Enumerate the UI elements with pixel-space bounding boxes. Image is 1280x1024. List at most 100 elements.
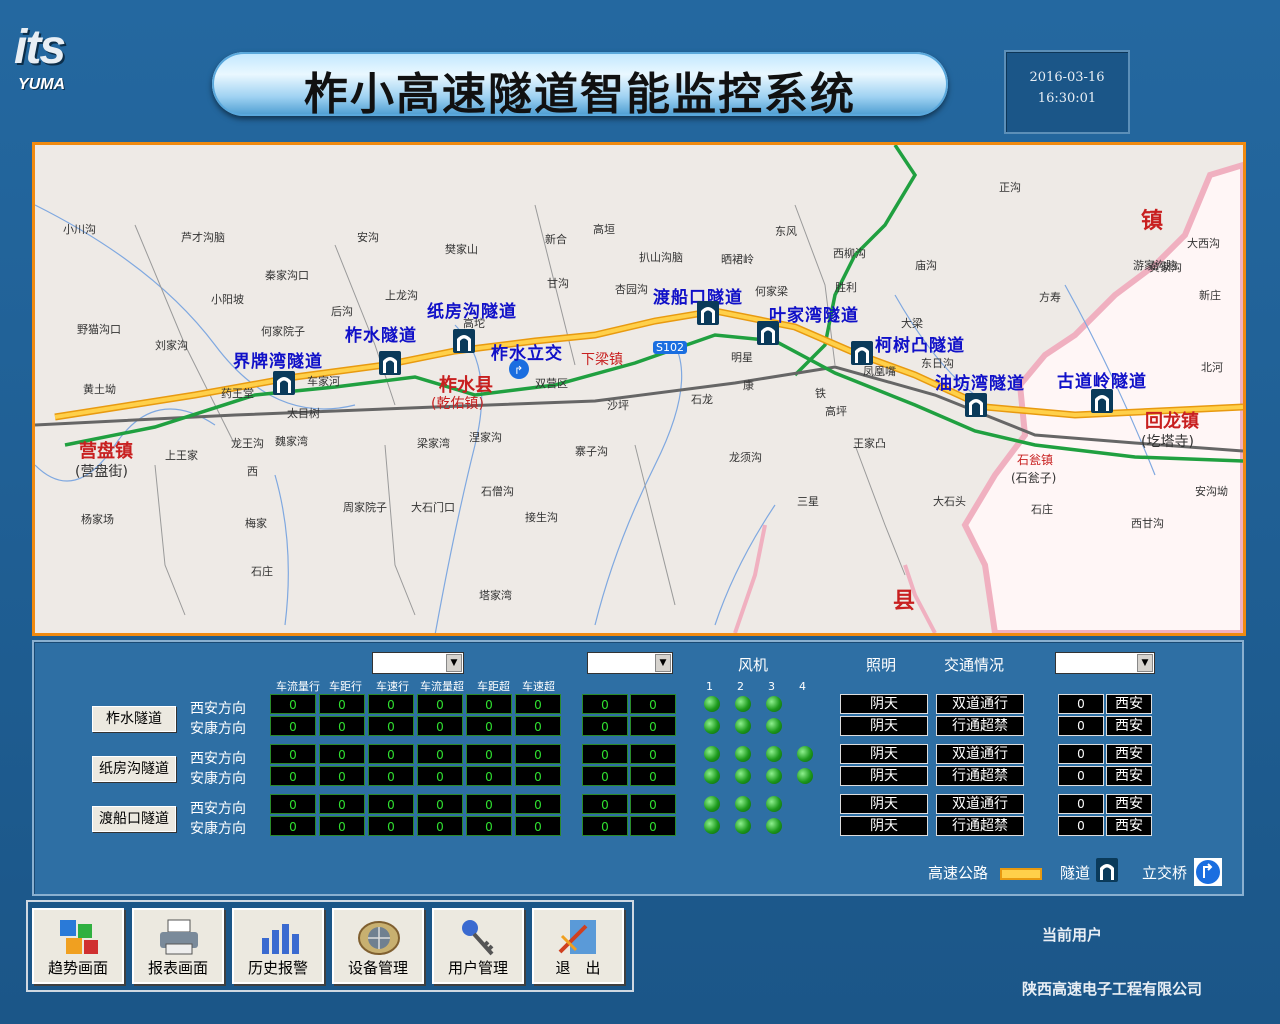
fan-status-lamp[interactable] [735, 718, 751, 734]
extra-cell: 0 [630, 694, 676, 714]
tunnel-label-yejiawan[interactable]: 叶家湾隧道 [769, 301, 859, 326]
fan-status-lamp[interactable] [704, 768, 720, 784]
fan-status-lamp[interactable] [704, 818, 720, 834]
tunnel-select-2[interactable]: ▼ [587, 652, 673, 674]
metric-cell: 0 [466, 744, 512, 764]
tunnel-button-zhashui[interactable]: 柞水隧道 [92, 706, 176, 732]
date-text: 2016-03-16 [1029, 70, 1105, 85]
chevron-down-icon[interactable]: ▼ [655, 654, 671, 672]
fan-status-lamp[interactable] [797, 768, 813, 784]
tunnel-label-keshutu[interactable]: 柯树凸隧道 [875, 331, 965, 356]
fan-status-lamp[interactable] [704, 718, 720, 734]
direction-label: 安康方向 [190, 821, 246, 837]
tunnel-button-duchuankou[interactable]: 渡船口隧道 [92, 806, 176, 832]
traffic-status-cell: 双道通行 [936, 694, 1024, 714]
keys-icon [462, 920, 494, 956]
traffic-status-cell: 双道通行 [936, 744, 1024, 764]
tunnel-icon[interactable] [757, 321, 779, 345]
metric-cell: 0 [270, 744, 316, 764]
place-label: 芦才沟脑 [181, 231, 225, 244]
metric-cell: 0 [319, 794, 365, 814]
fan-status-lamp[interactable] [735, 746, 751, 762]
chevron-down-icon[interactable]: ▼ [446, 654, 462, 672]
fan-number: 2 [737, 680, 744, 693]
tunnel-icon[interactable] [453, 329, 475, 353]
fan-status-lamp[interactable] [735, 768, 751, 784]
metric-cell: 0 [368, 744, 414, 764]
fan-status-lamp[interactable] [766, 746, 782, 762]
device-manage-button[interactable]: 设备管理 [332, 908, 424, 984]
bar-chart-icon [262, 924, 299, 954]
cubes-icon [60, 920, 98, 954]
fan-status-lamp[interactable] [766, 796, 782, 812]
metric-cell: 0 [417, 716, 463, 736]
traffic-select[interactable]: ▼ [1055, 652, 1155, 674]
place-label: 龙须沟 [729, 451, 762, 464]
fan-status-lamp[interactable] [766, 718, 782, 734]
metric-cell: 0 [466, 794, 512, 814]
place-label: 塔家湾 [479, 589, 512, 602]
interchange-icon [1194, 858, 1222, 886]
tunnel-icon[interactable] [379, 351, 401, 375]
place-label: 扒山沟脑 [639, 251, 683, 264]
lighting-cell: 阴天 [840, 794, 928, 814]
fan-status-lamp[interactable] [797, 746, 813, 762]
tunnel-icon[interactable] [965, 393, 987, 417]
tunnel-label-zhashui[interactable]: 柞水隧道 [345, 321, 417, 346]
place-label: 高垣 [593, 223, 615, 236]
tunnel-label-youfangwan[interactable]: 油坊湾隧道 [935, 369, 1025, 394]
tunnel-icon[interactable] [273, 371, 295, 395]
metric-cell: 0 [319, 694, 365, 714]
fan-status-lamp[interactable] [735, 818, 751, 834]
tunnel-button-zhifanggou[interactable]: 纸房沟隧道 [92, 756, 176, 782]
logo-its: its [14, 21, 66, 74]
direction-label: 西安方向 [190, 751, 246, 767]
highway-swatch [1000, 868, 1042, 880]
fan-status-lamp[interactable] [704, 746, 720, 762]
interchange-label[interactable]: 柞水立交 [491, 339, 563, 364]
place-label: 凤凰嘴 [863, 365, 896, 378]
metric-cell: 0 [270, 766, 316, 786]
count-cell: 0 [1058, 744, 1104, 764]
metric-cell: 0 [270, 694, 316, 714]
globe-icon [358, 921, 400, 955]
fan-number: 4 [799, 680, 806, 693]
user-manage-button[interactable]: 用户管理 [432, 908, 524, 984]
fan-status-lamp[interactable] [735, 696, 751, 712]
status-panel: ▼ ▼ ▼ 车流量行 车距行 车速行 车流量超 车距超 车速超 风机 1 2 3… [32, 640, 1244, 896]
fan-status-lamp[interactable] [766, 768, 782, 784]
tunnel-icon[interactable] [1091, 389, 1113, 413]
tunnel-icon[interactable] [851, 341, 873, 365]
place-label: 魏家湾 [275, 435, 308, 448]
place-label: 高坨 [463, 317, 485, 330]
fan-status-lamp[interactable] [766, 818, 782, 834]
place-label: 沙坪 [607, 399, 629, 412]
history-alarm-button[interactable]: 历史报警 [232, 908, 324, 984]
metric-cell: 0 [270, 716, 316, 736]
report-button[interactable]: 报表画面 [132, 908, 224, 984]
tunnel-select-1[interactable]: ▼ [372, 652, 464, 674]
fan-status-lamp[interactable] [704, 796, 720, 812]
metric-cell: 0 [515, 716, 561, 736]
exit-button[interactable]: 退 出 [532, 908, 624, 984]
fan-status-lamp[interactable] [735, 796, 751, 812]
tunnel-map[interactable]: ↱ 界牌湾隧道 柞水隧道 纸房沟隧道 渡船口隧道 叶家湾隧道 柯树凸隧道 油坊湾… [32, 142, 1246, 636]
metric-cell: 0 [515, 766, 561, 786]
lighting-cell: 阴天 [840, 694, 928, 714]
metric-cell: 0 [368, 816, 414, 836]
exit-icon [558, 920, 596, 954]
tunnel-icon[interactable] [697, 301, 719, 325]
metric-cell: 0 [417, 766, 463, 786]
metric-cell: 0 [368, 794, 414, 814]
metric-cell: 0 [466, 766, 512, 786]
chevron-down-icon[interactable]: ▼ [1137, 654, 1153, 672]
tunnel-label-jiepaiwan[interactable]: 界牌湾隧道 [233, 347, 323, 372]
count-cell: 0 [1058, 816, 1104, 836]
place-yingpan: 营盘镇 [79, 441, 133, 462]
fan-status-lamp[interactable] [766, 696, 782, 712]
direction-label: 西安方向 [190, 701, 246, 717]
place-label: 涅家沟 [469, 431, 502, 444]
fan-status-lamp[interactable] [704, 696, 720, 712]
trend-button[interactable]: 趋势画面 [32, 908, 124, 984]
company-name: 陕西高速电子工程有限公司 [1022, 980, 1203, 998]
